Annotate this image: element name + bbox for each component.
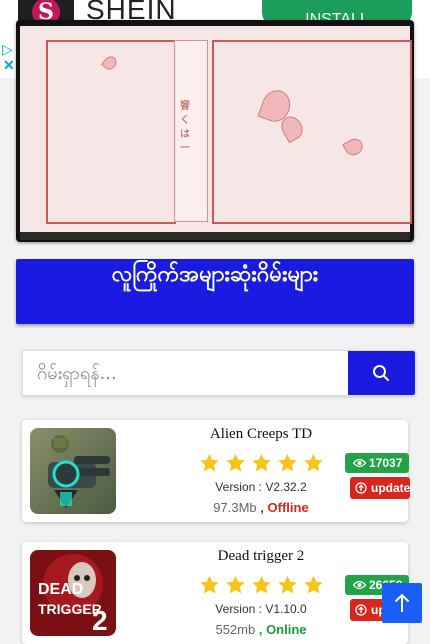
arrow-up-circle-icon <box>355 604 367 616</box>
star-icon <box>304 453 323 472</box>
game-separator: , <box>255 622 267 637</box>
banner-artwork: 響くは一 <box>20 26 412 232</box>
game-version: Version : V1.10.0 <box>215 602 307 616</box>
banner-panel-right <box>212 40 412 224</box>
svg-text:2: 2 <box>92 605 108 636</box>
search-button[interactable] <box>348 351 415 395</box>
update-button[interactable]: update <box>350 477 410 499</box>
update-label: update <box>371 481 411 495</box>
ad-close-icon[interactable]: ✕ <box>3 57 15 74</box>
game-card[interactable]: DEAD TRIGGER 2 Dead trigger 2 Version : … <box>22 542 410 644</box>
views-badge: 17037 <box>345 453 409 473</box>
game-size: 552mb <box>215 622 256 637</box>
star-icon <box>278 453 297 472</box>
game-status: Offline <box>267 500 309 515</box>
eye-icon <box>353 580 366 590</box>
arrow-up-icon <box>394 593 410 612</box>
game-meta: 552mb , Online <box>172 622 350 637</box>
featured-banner[interactable]: 響くは一 <box>16 20 414 242</box>
game-title[interactable]: Dead trigger 2 <box>172 548 350 565</box>
banner-bottom-strip <box>20 232 410 240</box>
search-bar <box>22 350 416 396</box>
star-icon <box>200 575 219 594</box>
game-thumbnail[interactable]: DEAD TRIGGER 2 <box>30 550 116 636</box>
star-icon <box>252 453 271 472</box>
game-size: 97.3Mb <box>213 500 257 515</box>
views-count: 17037 <box>369 456 403 470</box>
game-title[interactable]: Alien Creeps TD <box>172 426 350 443</box>
star-icon <box>252 575 271 594</box>
dead-trigger-thumbnail-art: DEAD TRIGGER 2 <box>30 550 116 636</box>
star-icon <box>226 575 245 594</box>
arrow-up-circle-icon <box>355 482 367 494</box>
search-icon <box>373 365 389 381</box>
game-meta: 97.3Mb , Offline <box>172 500 350 515</box>
ad-play-icon[interactable]: ▷ <box>2 42 13 58</box>
game-separator: , <box>256 500 268 515</box>
eye-icon <box>353 458 366 468</box>
turret-thumbnail-art <box>30 428 116 514</box>
game-status: Online <box>266 622 307 637</box>
section-title: လူကြိုက်အများဆုံးဂိမ်းများ <box>111 262 319 287</box>
game-card[interactable]: Alien Creeps TD Version : V2.32.2 97.3Mb… <box>22 420 410 522</box>
svg-text:DEAD: DEAD <box>38 581 83 598</box>
star-icon <box>304 575 323 594</box>
section-title-bar: လူကြိုက်အများဆုံးဂိမ်းများ <box>16 259 414 324</box>
star-icon <box>226 453 245 472</box>
star-icon <box>278 575 297 594</box>
search-input[interactable] <box>23 351 357 395</box>
game-thumbnail[interactable] <box>30 428 116 514</box>
scroll-to-top-button[interactable] <box>382 583 422 623</box>
banner-vertical-text: 響くは一 <box>180 101 190 154</box>
rating-stars <box>198 452 328 474</box>
star-icon <box>200 453 219 472</box>
rating-stars <box>198 574 328 596</box>
game-version: Version : V2.32.2 <box>215 480 307 494</box>
